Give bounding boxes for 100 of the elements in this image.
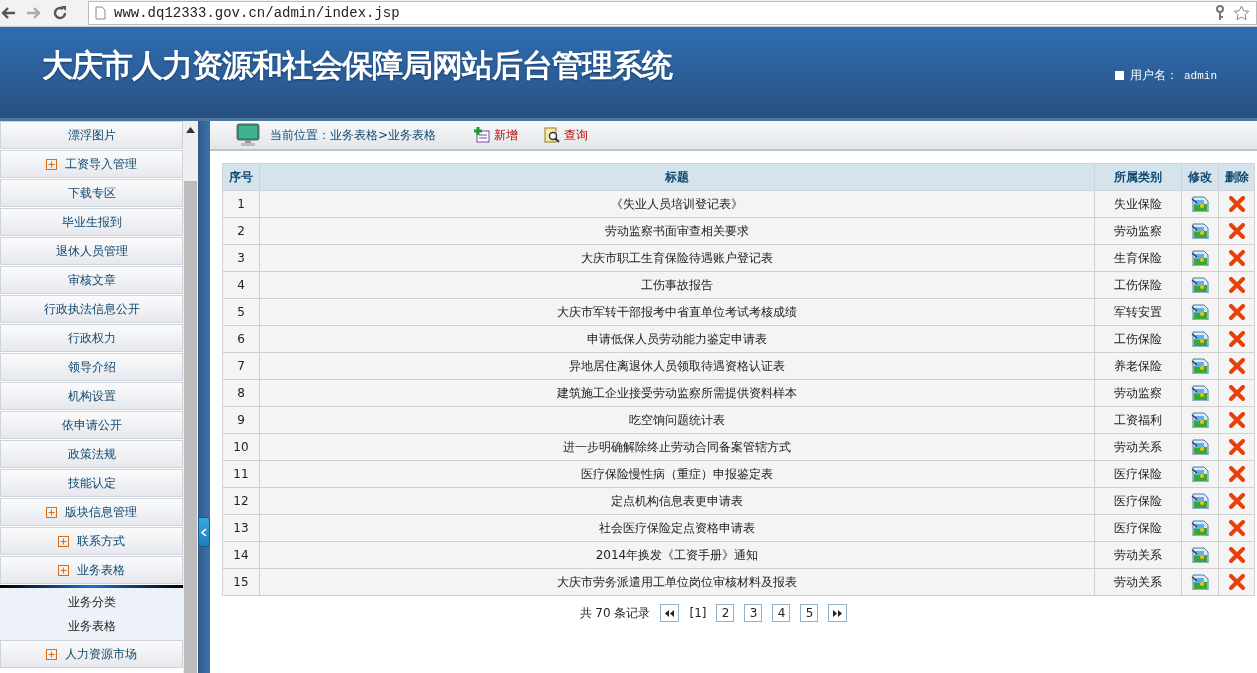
table-cell: 15 <box>222 568 260 596</box>
column-header: 标题 <box>259 163 1095 191</box>
delete-icon[interactable] <box>1228 250 1245 266</box>
delete-icon[interactable] <box>1228 304 1245 320</box>
first-page-button[interactable] <box>660 604 680 622</box>
star-icon[interactable] <box>1233 5 1250 21</box>
table-cell: 劳动关系 <box>1094 433 1182 461</box>
delete-icon[interactable] <box>1228 412 1245 428</box>
reload-icon[interactable] <box>52 5 68 21</box>
edit-picture-icon[interactable] <box>1191 547 1209 563</box>
sidebar-item[interactable]: 工资导入管理 <box>0 150 183 178</box>
sidebar-item[interactable]: 依申请公开 <box>0 411 183 439</box>
plus-icon <box>46 506 57 518</box>
toolbar-action[interactable]: 新增 <box>474 126 519 144</box>
address-bar[interactable]: www.dq12333.gov.cn/admin/index.jsp <box>88 1 1257 25</box>
sidebar-item[interactable]: 审核文章 <box>0 266 183 294</box>
sidebar-item[interactable]: 漂浮图片 <box>0 121 183 149</box>
toolbar-action[interactable]: 查询 <box>544 126 589 144</box>
delete-icon[interactable] <box>1228 439 1245 455</box>
table-cell: 8 <box>222 379 260 407</box>
key-icon[interactable] <box>1215 5 1225 21</box>
edit-picture-icon[interactable] <box>1191 412 1209 428</box>
delete-icon[interactable] <box>1228 466 1245 482</box>
edit-picture-icon[interactable] <box>1191 277 1209 293</box>
sidebar-item[interactable]: 机构设置 <box>0 382 183 410</box>
sidebar-item[interactable]: 退休人员管理 <box>0 237 183 265</box>
table-cell: 工伤保险 <box>1094 271 1182 299</box>
delete-icon[interactable] <box>1228 385 1245 401</box>
table-cell: 劳动监察 <box>1094 379 1182 407</box>
table-cell: 失业保险 <box>1094 190 1182 218</box>
chevron-left-icon <box>201 527 207 537</box>
table-cell: 生育保险 <box>1094 244 1182 272</box>
edit-picture-icon[interactable] <box>1191 574 1209 590</box>
edit-picture-icon[interactable] <box>1191 331 1209 347</box>
column-header: 所属类别 <box>1094 163 1182 191</box>
edit-picture-icon[interactable] <box>1191 439 1209 455</box>
sidebar-item[interactable]: 行政权力 <box>0 324 183 352</box>
delete-icon[interactable] <box>1228 196 1245 212</box>
table-cell: 工资福利 <box>1094 406 1182 434</box>
table-cell: 大庆市职工生育保险待遇账户登记表 <box>259 244 1095 272</box>
breadcrumb: 当前位置：业务表格>业务表格 <box>270 126 437 144</box>
table-cell: 7 <box>222 352 260 380</box>
page-button[interactable]: 2 <box>716 604 735 622</box>
edit-picture-icon[interactable] <box>1191 520 1209 536</box>
sidebar-item[interactable]: 政策法规 <box>0 440 183 468</box>
scrollbar[interactable] <box>183 121 198 673</box>
table-cell: 养老保险 <box>1094 352 1182 380</box>
edit-picture-icon[interactable] <box>1191 385 1209 401</box>
sidebar-item[interactable]: 下载专区 <box>0 179 183 207</box>
sidebar-item[interactable]: 联系方式 <box>0 527 183 555</box>
collapse-button[interactable] <box>198 517 210 547</box>
sidebar-item[interactable]: 行政执法信息公开 <box>0 295 183 323</box>
table-cell: 13 <box>222 514 260 542</box>
table-cell: 社会医疗保险定点资格申请表 <box>259 514 1095 542</box>
plus-icon <box>46 158 57 170</box>
edit-picture-icon[interactable] <box>1191 223 1209 239</box>
delete-icon[interactable] <box>1228 547 1245 563</box>
edit-picture-icon[interactable] <box>1191 304 1209 320</box>
sidebar-item[interactable]: 业务表格 <box>0 556 183 584</box>
page-button[interactable]: 3 <box>744 604 763 622</box>
delete-icon[interactable] <box>1228 223 1245 239</box>
plus-icon <box>58 535 69 547</box>
delete-icon[interactable] <box>1228 493 1245 509</box>
table-cell: 3 <box>222 244 260 272</box>
edit-picture-icon[interactable] <box>1191 466 1209 482</box>
edit-picture-icon[interactable] <box>1191 358 1209 374</box>
edit-picture-icon[interactable] <box>1191 493 1209 509</box>
table-cell: 11 <box>222 460 260 488</box>
sidebar-item[interactable]: 人力资源市场 <box>0 640 183 668</box>
table-cell: 劳动关系 <box>1094 568 1182 596</box>
table-cell: 医疗保险慢性病（重症）申报鉴定表 <box>259 460 1095 488</box>
delete-icon[interactable] <box>1228 520 1245 536</box>
sidebar-subitem[interactable]: 业务表格 <box>0 614 183 638</box>
page-button[interactable]: 5 <box>800 604 819 622</box>
scroll-thumb[interactable] <box>184 181 197 673</box>
document-search-icon <box>544 127 561 143</box>
delete-icon[interactable] <box>1228 358 1245 374</box>
monitor-icon <box>236 123 260 147</box>
last-page-button[interactable] <box>828 604 848 622</box>
sidebar-item[interactable]: 领导介绍 <box>0 353 183 381</box>
edit-picture-icon[interactable] <box>1191 250 1209 266</box>
page-button[interactable]: 4 <box>772 604 791 622</box>
delete-icon[interactable] <box>1228 331 1245 347</box>
table-cell: 定点机构信息表更申请表 <box>259 487 1095 515</box>
table-cell: 劳动监察书面审查相关要求 <box>259 217 1095 245</box>
scroll-up-icon[interactable] <box>186 127 195 133</box>
delete-icon[interactable] <box>1228 277 1245 293</box>
add-document-icon <box>474 127 491 143</box>
sidebar-item[interactable]: 毕业生报到 <box>0 208 183 236</box>
table-cell: 工伤保险 <box>1094 325 1182 353</box>
table-cell: 10 <box>222 433 260 461</box>
sidebar-item[interactable]: 技能认定 <box>0 469 183 497</box>
delete-icon[interactable] <box>1228 574 1245 590</box>
table-cell: 5 <box>222 298 260 326</box>
sidebar-item[interactable]: 版块信息管理 <box>0 498 183 526</box>
back-icon[interactable] <box>0 6 16 20</box>
table-cell: 劳动关系 <box>1094 541 1182 569</box>
current-page: [1] <box>689 606 707 620</box>
sidebar-subitem[interactable]: 业务分类 <box>0 590 183 614</box>
edit-picture-icon[interactable] <box>1191 196 1209 212</box>
